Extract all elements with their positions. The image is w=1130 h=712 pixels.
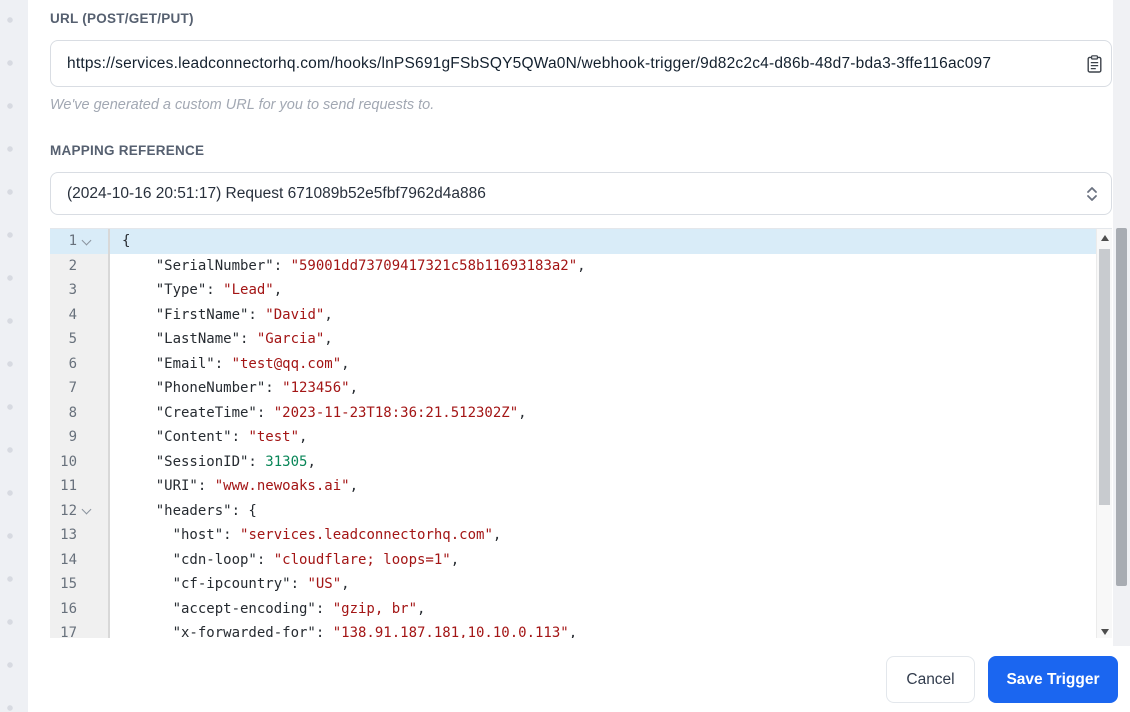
code-line-text: "x-forwarded-for": "138.91.187.181,10.10…	[122, 625, 578, 638]
code-line[interactable]: 1{	[50, 229, 1112, 254]
code-line[interactable]: 5 "LastName": "Garcia",	[50, 327, 1112, 352]
line-number-gutter: 10	[50, 449, 110, 474]
line-number: 2	[68, 257, 77, 274]
line-number-gutter: 8	[50, 400, 110, 425]
mapping-reference-select[interactable]: (2024-10-16 20:51:17) Request 671089b52e…	[50, 172, 1112, 215]
line-number: 5	[68, 331, 77, 348]
mapping-reference-selected-option: (2024-10-16 20:51:17) Request 671089b52e…	[67, 184, 486, 202]
line-number-gutter: 5	[50, 327, 110, 352]
code-line-text: "host": "services.leadconnectorhq.com",	[122, 527, 502, 544]
webhook-url-value: https://services.leadconnectorhq.com/hoo…	[67, 54, 992, 72]
line-number-gutter: 7	[50, 376, 110, 401]
code-line-text: "headers": {	[122, 502, 257, 519]
code-line-text: "Type": "Lead",	[122, 282, 283, 299]
code-line[interactable]: 17 "x-forwarded-for": "138.91.187.181,10…	[50, 621, 1112, 638]
line-number-gutter: 2	[50, 253, 110, 278]
code-line[interactable]: 8 "CreateTime": "2023-11-23T18:36:21.512…	[50, 400, 1112, 425]
line-number: 1	[68, 233, 77, 250]
editor-scrollbar-thumb[interactable]	[1099, 249, 1110, 505]
code-line-text: "PhoneNumber": "123456",	[122, 380, 359, 397]
line-number-gutter: 12	[50, 498, 110, 523]
url-field-label: URL (POST/GET/PUT)	[50, 11, 194, 26]
fold-chevron-icon[interactable]	[81, 235, 92, 246]
code-line-text: "Email": "test@qq.com",	[122, 355, 350, 372]
code-line-text: "Content": "test",	[122, 429, 308, 446]
line-number-gutter: 15	[50, 572, 110, 597]
line-number-gutter: 6	[50, 351, 110, 376]
code-line-text: "cdn-loop": "cloudflare; loops=1",	[122, 551, 460, 568]
line-number-gutter: 17	[50, 621, 110, 638]
line-number-gutter: 13	[50, 523, 110, 548]
code-line-text: {	[122, 233, 131, 250]
editor-scrollbar[interactable]	[1096, 229, 1112, 638]
code-line-text: "SerialNumber": "59001dd73709417321c58b1…	[122, 257, 586, 274]
code-editor[interactable]: 1{2 "SerialNumber": "59001dd73709417321c…	[50, 228, 1112, 638]
line-number-gutter: 3	[50, 278, 110, 303]
url-helper-text: We've generated a custom URL for you to …	[50, 97, 435, 113]
code-line-text: "URI": "www.newoaks.ai",	[122, 478, 359, 495]
line-number: 4	[68, 306, 77, 323]
line-number: 17	[60, 625, 77, 638]
line-number-gutter: 11	[50, 474, 110, 499]
copy-url-button[interactable]	[1084, 53, 1104, 75]
line-number: 13	[60, 527, 77, 544]
code-line[interactable]: 14 "cdn-loop": "cloudflare; loops=1",	[50, 547, 1112, 572]
line-number: 14	[60, 551, 77, 568]
mapping-reference-label: MAPPING REFERENCE	[50, 143, 205, 158]
code-line-text: "LastName": "Garcia",	[122, 331, 333, 348]
line-number: 7	[68, 380, 77, 397]
webhook-trigger-panel: URL (POST/GET/PUT) https://services.lead…	[0, 0, 1130, 712]
line-number: 8	[68, 404, 77, 421]
code-line-text: "cf-ipcountry": "US",	[122, 576, 350, 593]
code-line[interactable]: 13 "host": "services.leadconnectorhq.com…	[50, 523, 1112, 548]
cancel-button[interactable]: Cancel	[886, 656, 975, 703]
code-line[interactable]: 9 "Content": "test",	[50, 425, 1112, 450]
scroll-down-arrow-icon[interactable]	[1100, 629, 1109, 635]
save-trigger-button[interactable]: Save Trigger	[988, 656, 1118, 703]
code-line[interactable]: 10 "SessionID": 31305,	[50, 449, 1112, 474]
line-number: 10	[60, 453, 77, 470]
line-number: 11	[60, 478, 77, 495]
page-scrollbar-thumb[interactable]	[1116, 228, 1127, 586]
line-number-gutter: 9	[50, 425, 110, 450]
page-scrollbar[interactable]	[1113, 0, 1130, 646]
updown-chevron-icon	[1086, 186, 1098, 201]
webhook-url-input[interactable]: https://services.leadconnectorhq.com/hoo…	[50, 40, 1112, 87]
code-line[interactable]: 3 "Type": "Lead",	[50, 278, 1112, 303]
line-number: 16	[60, 600, 77, 617]
line-number: 3	[68, 282, 77, 299]
line-number-gutter: 1	[50, 229, 110, 254]
code-line[interactable]: 15 "cf-ipcountry": "US",	[50, 572, 1112, 597]
code-line-text: "accept-encoding": "gzip, br",	[122, 600, 426, 617]
code-line[interactable]: 12 "headers": {	[50, 498, 1112, 523]
fold-chevron-icon[interactable]	[81, 504, 92, 515]
line-number-gutter: 14	[50, 547, 110, 572]
code-line[interactable]: 4 "FirstName": "David",	[50, 302, 1112, 327]
line-number: 12	[60, 502, 77, 519]
clipboard-icon	[1087, 54, 1102, 73]
scroll-up-arrow-icon[interactable]	[1100, 235, 1109, 241]
line-number: 6	[68, 355, 77, 372]
line-number-gutter: 16	[50, 596, 110, 621]
code-line[interactable]: 11 "URI": "www.newoaks.ai",	[50, 474, 1112, 499]
code-line-text: "FirstName": "David",	[122, 306, 333, 323]
code-line-text: "SessionID": 31305,	[122, 453, 316, 470]
code-line[interactable]: 7 "PhoneNumber": "123456",	[50, 376, 1112, 401]
code-line[interactable]: 16 "accept-encoding": "gzip, br",	[50, 596, 1112, 621]
line-number: 9	[68, 429, 77, 446]
code-line-text: "CreateTime": "2023-11-23T18:36:21.51230…	[122, 404, 527, 421]
line-number-gutter: 4	[50, 302, 110, 327]
code-editor-lines: 1{2 "SerialNumber": "59001dd73709417321c…	[50, 229, 1112, 638]
line-number: 15	[60, 576, 77, 593]
code-line[interactable]: 2 "SerialNumber": "59001dd73709417321c58…	[50, 253, 1112, 278]
dotted-background-strip	[0, 0, 28, 712]
code-line[interactable]: 6 "Email": "test@qq.com",	[50, 351, 1112, 376]
